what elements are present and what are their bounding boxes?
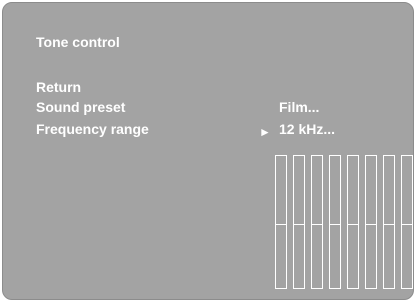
equalizer-band-4[interactable] [329, 155, 341, 289]
equalizer-band-level [384, 224, 394, 225]
tone-control-screen: Tone control Return Sound preset Film...… [2, 2, 414, 300]
equalizer-band-level [330, 224, 340, 225]
equalizer-band-2[interactable] [293, 155, 305, 289]
equalizer-band-7[interactable] [383, 155, 395, 289]
equalizer-band-3[interactable] [311, 155, 323, 289]
equalizer-band-6[interactable] [365, 155, 377, 289]
equalizer-band-level [312, 224, 322, 225]
menu-item-sound-preset[interactable]: Sound preset [36, 99, 125, 115]
equalizer-band-level [366, 224, 376, 225]
page-title: Tone control [36, 34, 120, 50]
equalizer-band-5[interactable] [347, 155, 359, 289]
frequency-range-value: 12 kHz... [279, 121, 336, 137]
equalizer-band-level [294, 224, 304, 225]
equalizer-band-1[interactable] [275, 155, 287, 289]
equalizer-band-level [402, 224, 412, 225]
selection-arrow-icon: ► [259, 125, 271, 139]
equalizer-band-level [348, 224, 358, 225]
menu-item-frequency-range[interactable]: Frequency range [36, 121, 149, 137]
equalizer [275, 155, 413, 289]
sound-preset-value: Film... [279, 99, 320, 115]
menu-item-return[interactable]: Return [36, 79, 81, 95]
equalizer-band-8[interactable] [401, 155, 413, 289]
equalizer-band-level [276, 224, 286, 225]
